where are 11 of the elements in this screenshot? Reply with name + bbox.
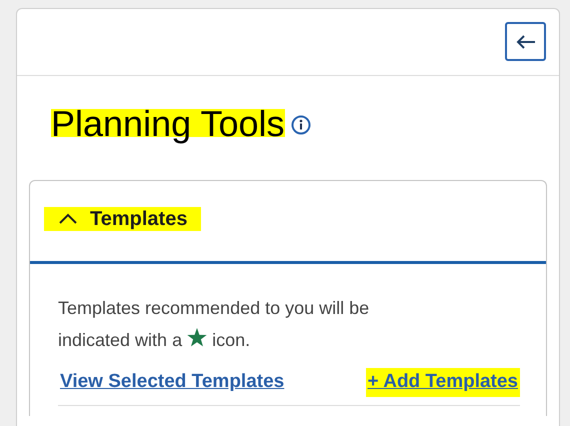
description-text: icon. [212, 330, 250, 350]
description-text: indicated with a [58, 330, 182, 350]
back-arrow-icon [516, 34, 536, 50]
chevron-icon [58, 213, 78, 225]
link[interactable]: View Selected Templates [58, 368, 286, 396]
info-icon[interactable] [290, 115, 311, 135]
description-text: Templates recommended to you will be [58, 297, 370, 320]
star-icon [187, 328, 208, 347]
section-toggle[interactable]: Templates [44, 207, 202, 231]
link[interactable]: + Add Templates [366, 368, 520, 396]
back-button[interactable] [505, 22, 546, 61]
